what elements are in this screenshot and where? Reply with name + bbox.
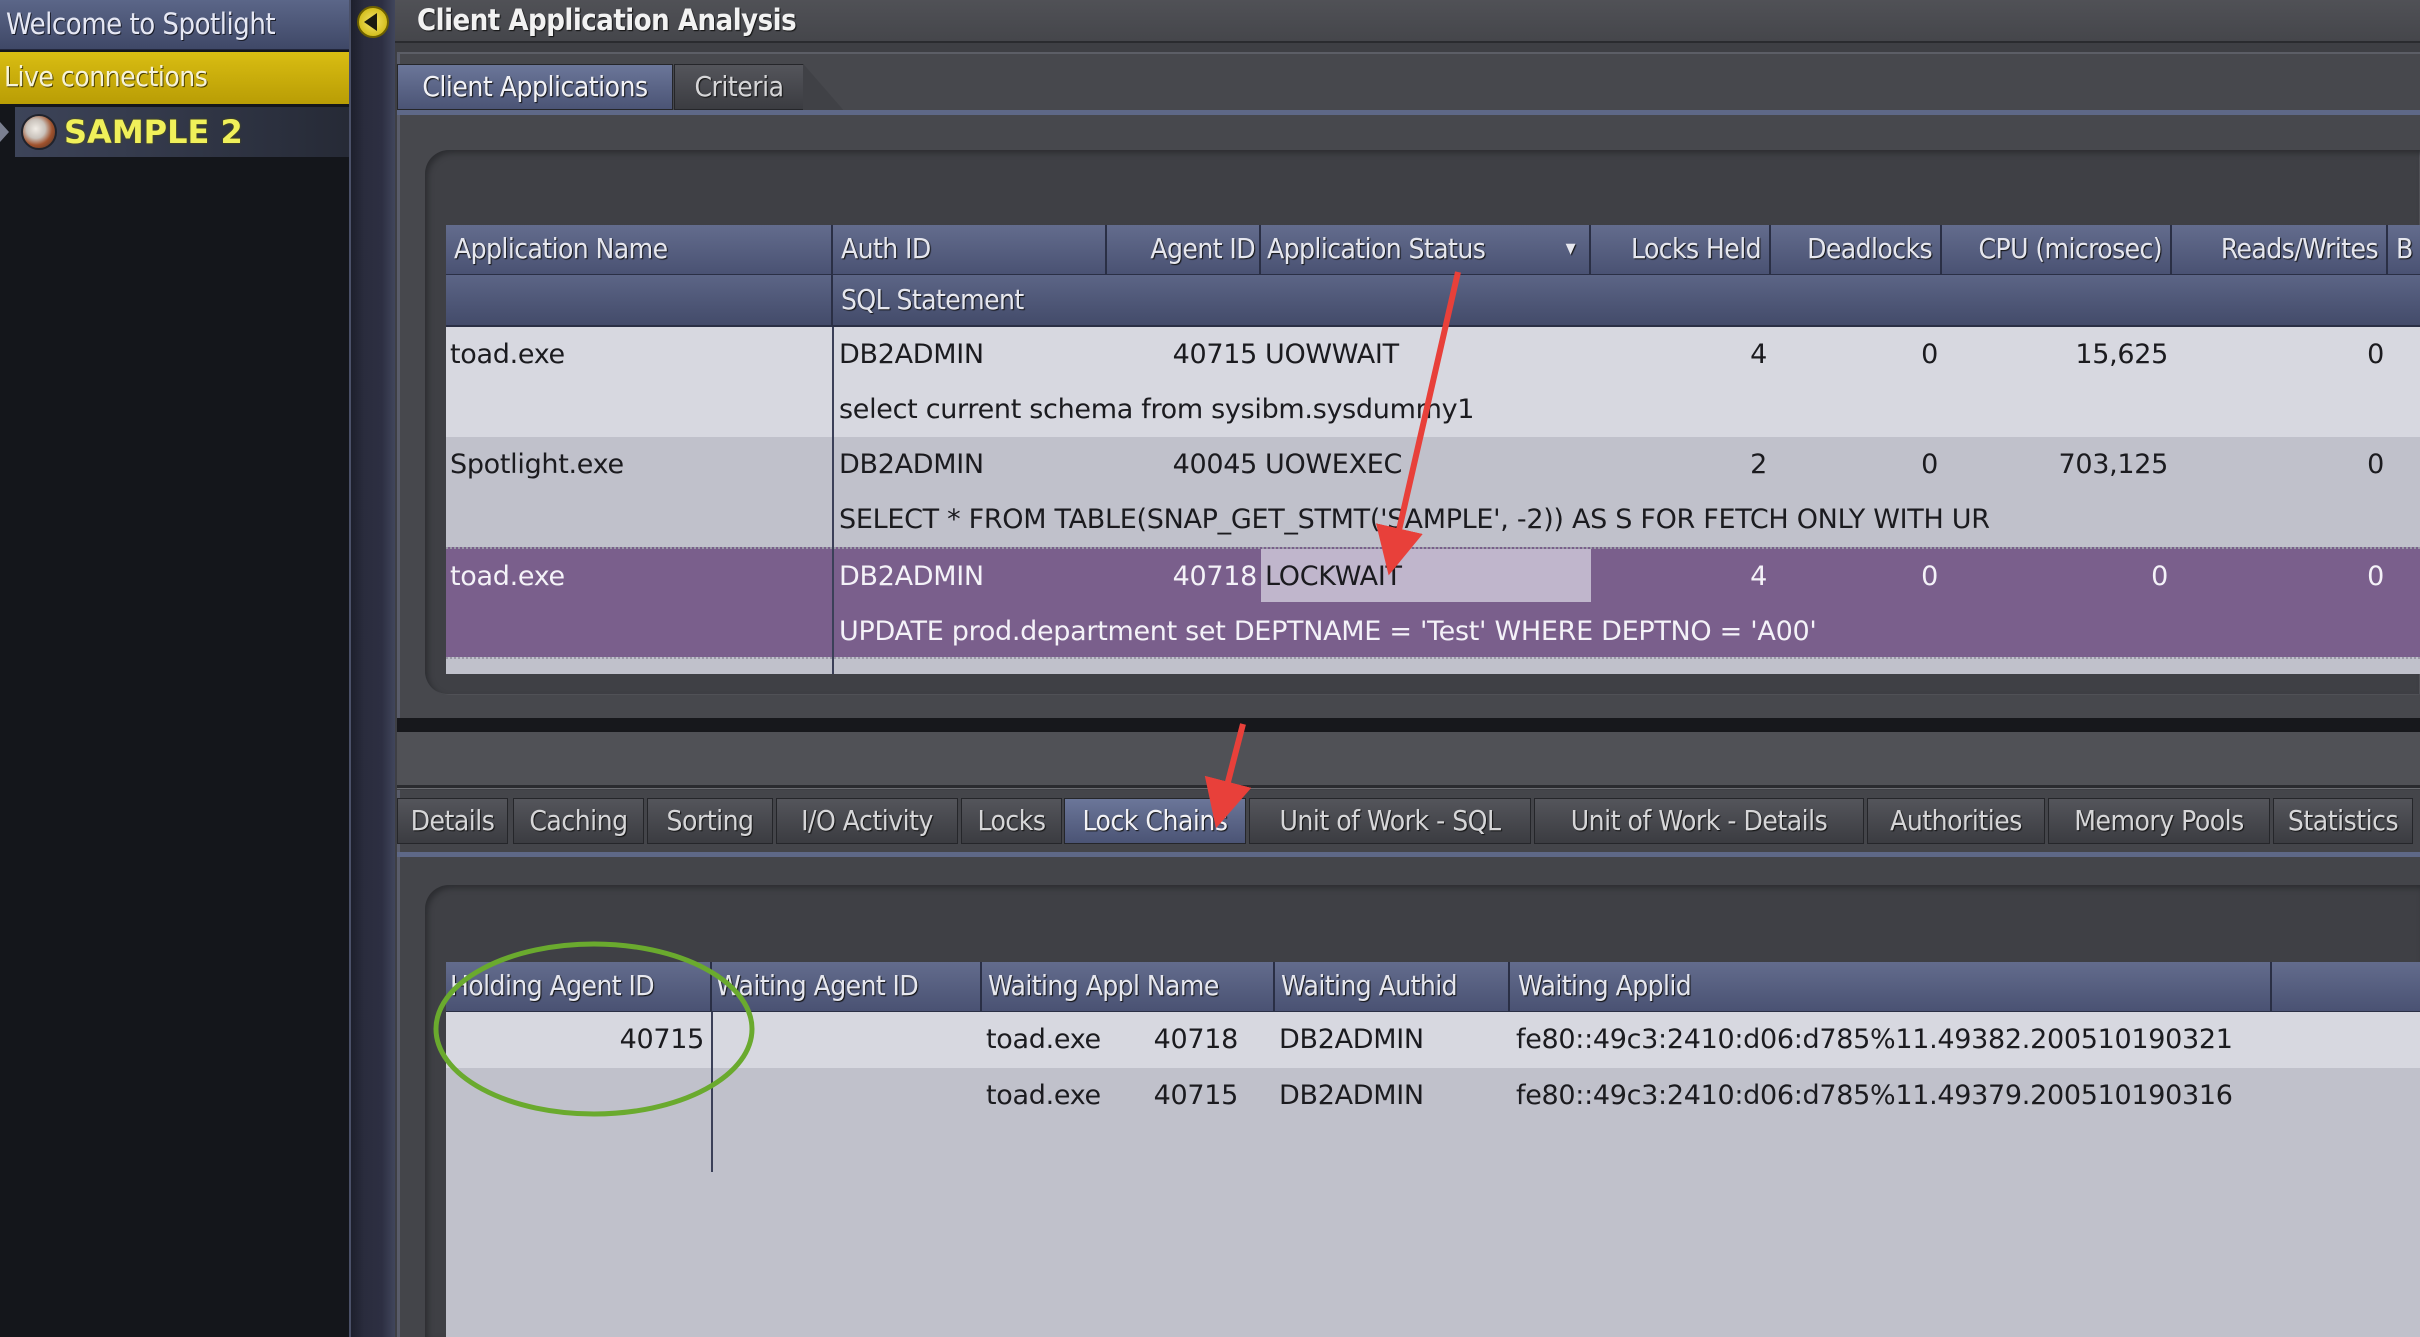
cell-auth-id: DB2ADMIN	[839, 561, 984, 592]
sidebar-splitter[interactable]	[349, 0, 395, 1337]
cell-auth-id: DB2ADMIN	[839, 449, 984, 480]
tab-unit-of-work-details[interactable]: Unit of Work - Details	[1534, 798, 1864, 844]
cell-cpu: 703,125	[2058, 449, 2168, 480]
client-applications-grid[interactable]: Application Name Auth ID Agent ID Applic…	[446, 225, 2420, 674]
table-row[interactable]: toad.exe DB2ADMIN 40715 UOWWAIT 4 0 15,6…	[446, 327, 2420, 437]
column-divider	[711, 1012, 713, 1172]
table-row[interactable]: 40715 40718 toad.exe DB2ADMIN fe80::49c3…	[446, 1012, 2420, 1068]
column-header-truncated[interactable]: B	[2388, 225, 2420, 275]
column-header-label: Application Status	[1267, 232, 1486, 265]
column-header-locks-held[interactable]: Locks Held	[1591, 225, 1771, 275]
column-header-application-name[interactable]: Application Name	[446, 225, 833, 275]
live-connections-header[interactable]: Live connections	[0, 52, 349, 104]
tab-memory-pools[interactable]: Memory Pools	[2048, 798, 2270, 844]
cell-waiting-appl-name: toad.exe	[986, 1080, 1101, 1111]
chevron-left-icon	[364, 13, 377, 31]
sub-header-spacer	[446, 275, 833, 327]
cell-cpu: 0	[2151, 561, 2168, 592]
cell-locks-held: 4	[1750, 339, 1767, 370]
cell-deadlocks: 0	[1921, 449, 1938, 480]
cell-agent-id: 40045	[1172, 449, 1258, 480]
panel-splitter-edge	[397, 785, 2420, 789]
cell-waiting-authid: DB2ADMIN	[1279, 1024, 1424, 1055]
cell-sql-statement: UPDATE prod.department set DEPTNAME = 'T…	[839, 616, 1817, 647]
page-title: Client Application Analysis	[417, 3, 797, 37]
expand-arrow-icon[interactable]	[0, 122, 9, 142]
column-header-sql-statement[interactable]: SQL Statement	[833, 275, 2420, 327]
cell-application-status: UOWWAIT	[1265, 339, 1399, 370]
tab-client-applications[interactable]: Client Applications	[397, 64, 673, 110]
tab-sorting[interactable]: Sorting	[647, 798, 773, 844]
lock-chains-grid[interactable]: Holding Agent ID Waiting Agent ID Waitin…	[446, 962, 2420, 1337]
tab-locks[interactable]: Locks	[961, 798, 1062, 844]
tab-unit-of-work-sql[interactable]: Unit of Work - SQL	[1249, 798, 1531, 844]
column-header-auth-id[interactable]: Auth ID	[833, 225, 1107, 275]
cell-sql-statement: select current schema from sysibm.sysdum…	[839, 394, 1475, 425]
column-header-agent-id[interactable]: Agent ID	[1107, 225, 1261, 275]
cell-application-status[interactable]: LOCKWAIT	[1261, 549, 1591, 604]
column-header-reads-writes[interactable]: Reads/Writes	[2172, 225, 2388, 275]
cell-waiting-applid: fe80::49c3:2410:d06:d785%11.49382.200510…	[1516, 1024, 2233, 1055]
tab-caching[interactable]: Caching	[513, 798, 644, 844]
connection-label: SAMPLE 2	[64, 113, 243, 151]
navigation-sidebar	[0, 0, 349, 1337]
column-header-cpu[interactable]: CPU (microsec)	[1942, 225, 2172, 275]
cell-reads-writes: 0	[2367, 449, 2384, 480]
column-header-holding-agent-id[interactable]: Holding Agent ID	[446, 962, 712, 1012]
cell-holding-agent-id: 40715	[619, 1024, 705, 1055]
panel-splitter-border	[397, 718, 2420, 732]
cell-application-status: UOWEXEC	[1265, 449, 1403, 480]
database-connection-icon	[21, 114, 57, 150]
cell-cpu: 15,625	[2075, 339, 2168, 370]
table-row-partial[interactable]	[446, 657, 2420, 674]
cell-application-name: toad.exe	[450, 339, 565, 370]
cell-reads-writes: 0	[2367, 561, 2384, 592]
cell-locks-held: 2	[1750, 449, 1767, 480]
column-header-waiting-appl-name[interactable]: Waiting Appl Name	[982, 962, 1275, 1012]
tab-authorities[interactable]: Authorities	[1867, 798, 2045, 844]
table-row-selected[interactable]: toad.exe DB2ADMIN 40718 LOCKWAIT 4 0 0 0…	[446, 547, 2420, 657]
column-divider	[832, 327, 834, 674]
cell-locks-held: 4	[1750, 561, 1767, 592]
column-header-deadlocks[interactable]: Deadlocks	[1771, 225, 1942, 275]
column-header-waiting-agent-id[interactable]: Waiting Agent ID	[712, 962, 982, 1012]
cell-reads-writes: 0	[2367, 339, 2384, 370]
cell-agent-id: 40715	[1172, 339, 1258, 370]
column-header-application-status[interactable]: Application Status ▾	[1261, 225, 1591, 275]
tab-details[interactable]: Details	[397, 798, 508, 844]
cell-waiting-applid: fe80::49c3:2410:d06:d785%11.49379.200510…	[1516, 1080, 2233, 1111]
tab-edge-decoration	[803, 64, 843, 110]
tab-statistics[interactable]: Statistics	[2273, 798, 2413, 844]
column-header-waiting-applid[interactable]: Waiting Applid	[1510, 962, 2272, 1012]
sort-dropdown-icon[interactable]: ▾	[1566, 225, 1576, 273]
table-row[interactable]: 40715 toad.exe DB2ADMIN fe80::49c3:2410:…	[446, 1068, 2420, 1124]
cell-waiting-appl-name: toad.exe	[986, 1024, 1101, 1055]
tab-criteria[interactable]: Criteria	[674, 64, 804, 110]
tab-lock-chains[interactable]: Lock Chains	[1064, 798, 1246, 844]
cell-waiting-authid: DB2ADMIN	[1279, 1080, 1424, 1111]
cell-agent-id: 40718	[1172, 561, 1258, 592]
cell-deadlocks: 0	[1921, 339, 1938, 370]
column-header-waiting-authid[interactable]: Waiting Authid	[1275, 962, 1510, 1012]
cell-sql-statement: SELECT * FROM TABLE(SNAP_GET_STMT('SAMPL…	[839, 504, 1990, 535]
tab-strip-underline	[397, 852, 2420, 857]
cell-holding-agent-id	[446, 1068, 708, 1123]
cell-application-name: toad.exe	[450, 561, 565, 592]
welcome-to-spotlight-item[interactable]: Welcome to Spotlight	[0, 0, 349, 50]
column-header-filler	[2272, 962, 2420, 1012]
cell-deadlocks: 0	[1921, 561, 1938, 592]
panel-splitter[interactable]	[397, 732, 2420, 788]
tab-io-activity[interactable]: I/O Activity	[776, 798, 958, 844]
cell-auth-id: DB2ADMIN	[839, 339, 984, 370]
cell-application-name: Spotlight.exe	[450, 449, 624, 480]
table-row[interactable]: Spotlight.exe DB2ADMIN 40045 UOWEXEC 2 0…	[446, 437, 2420, 547]
tab-strip-underline	[397, 110, 2420, 115]
